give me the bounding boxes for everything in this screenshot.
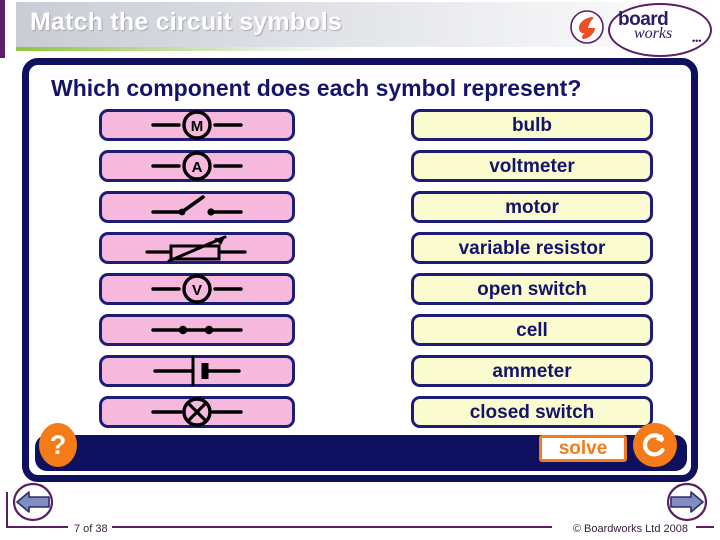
activity-panel: Which component does each symbol represe…	[22, 58, 698, 482]
footer-rule-left	[6, 526, 68, 528]
solve-button-label: solve	[558, 438, 608, 459]
symbol-card-ammeter[interactable]: A	[99, 150, 295, 182]
label-card-closed-switch[interactable]: closed switch	[411, 396, 653, 428]
svg-text:A: A	[192, 159, 203, 176]
label-card-voltmeter[interactable]: voltmeter	[411, 150, 653, 182]
symbol-card-bulb[interactable]	[99, 396, 295, 428]
label-card-variable-resistor[interactable]: variable resistor	[411, 232, 653, 264]
bulb-symbol	[151, 397, 243, 427]
symbol-card-closed-switch[interactable]	[99, 314, 295, 346]
label-card-motor[interactable]: motor	[411, 191, 653, 223]
cell-symbol	[153, 356, 241, 386]
label-card-text: cell	[516, 319, 548, 341]
footer-corner-rule	[6, 492, 8, 528]
label-card-text: variable resistor	[458, 237, 606, 259]
symbol-card-motor[interactable]: M	[99, 109, 295, 141]
svg-text:V: V	[192, 282, 202, 299]
label-card-ammeter[interactable]: ammeter	[411, 355, 653, 387]
solve-button[interactable]: solve	[539, 435, 627, 462]
reset-arrow-icon	[642, 433, 665, 457]
page-footer: 7 of 38 © Boardworks Ltd 2008	[0, 482, 720, 540]
svg-text:M: M	[191, 118, 204, 135]
boardworks-logo: board works •••	[570, 2, 712, 57]
meter-m-symbol: M	[151, 110, 243, 140]
label-column: bulb voltmeter motor variable resistor o…	[411, 109, 653, 437]
variable-resistor-symbol	[145, 235, 247, 263]
symbol-card-open-switch[interactable]	[99, 191, 295, 223]
label-card-cell[interactable]: cell	[411, 314, 653, 346]
header-green-rule	[16, 47, 356, 51]
symbol-card-voltmeter[interactable]: V	[99, 273, 295, 305]
symbol-column: M A V	[99, 109, 295, 437]
label-card-text: open switch	[477, 278, 587, 300]
activity-question: Which component does each symbol represe…	[51, 75, 582, 101]
flash-player-icon	[570, 10, 604, 44]
meter-a-symbol: A	[151, 151, 243, 181]
page-header: Match the circuit symbols board works ••…	[0, 0, 720, 58]
next-arrow-icon[interactable]	[664, 482, 710, 522]
label-card-text: motor	[505, 196, 559, 218]
meter-v-symbol: V	[151, 274, 243, 304]
header-accent-bar	[0, 0, 5, 58]
footer-rule-right	[696, 526, 714, 528]
question-mark-icon: ?	[49, 429, 67, 460]
footer-rule-mid	[112, 526, 552, 528]
label-card-open-switch[interactable]: open switch	[411, 273, 653, 305]
symbol-card-cell[interactable]	[99, 355, 295, 387]
page-number: 7 of 38	[74, 523, 108, 535]
label-card-text: voltmeter	[489, 155, 575, 177]
reset-button[interactable]	[633, 423, 677, 467]
closed-switch-symbol	[151, 325, 243, 335]
logo-dots: •••	[692, 36, 702, 46]
page-title: Match the circuit symbols	[30, 8, 343, 36]
logo-brand-bottom: works	[634, 25, 673, 42]
previous-arrow-icon[interactable]	[10, 482, 56, 522]
label-card-text: closed switch	[469, 401, 595, 423]
label-card-text: ammeter	[492, 360, 572, 382]
label-card-text: bulb	[511, 114, 553, 136]
copyright-notice: © Boardworks Ltd 2008	[572, 523, 688, 535]
label-card-bulb[interactable]: bulb	[411, 109, 653, 141]
open-switch-symbol	[151, 195, 243, 216]
help-button[interactable]: ?	[39, 423, 77, 467]
symbol-card-variable-resistor[interactable]	[99, 232, 295, 264]
